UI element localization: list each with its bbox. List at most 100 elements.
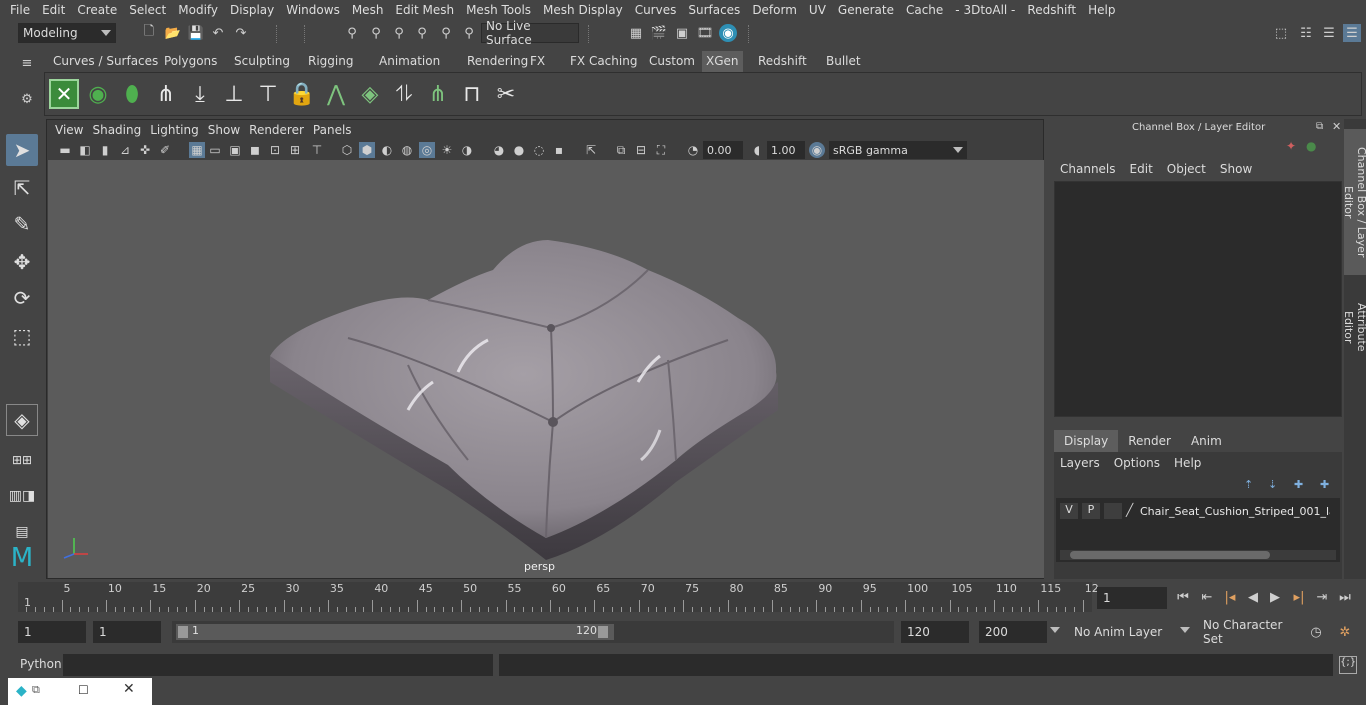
paint-select-tool-icon[interactable]: ✎: [6, 208, 38, 240]
shelf-tab[interactable]: Bullet: [822, 51, 865, 72]
layer-tab[interactable]: Display: [1054, 430, 1119, 452]
menu-item[interactable]: Create: [71, 0, 123, 20]
menu-item[interactable]: Mesh Display: [537, 0, 629, 20]
xray-icon[interactable]: ◕: [491, 142, 507, 158]
step-back-key-icon[interactable]: ⇤: [1198, 588, 1216, 606]
go-to-start-icon[interactable]: ⏮: [1174, 588, 1192, 606]
hypershade-icon[interactable]: ◉: [719, 24, 737, 42]
smooth-shade-icon[interactable]: ⬢: [359, 142, 375, 158]
snap-point-icon[interactable]: ⚲: [460, 24, 478, 42]
play-backward-icon[interactable]: ◀: [1244, 588, 1262, 606]
layer-scrollbar-thumb[interactable]: [1070, 551, 1270, 559]
new-layer-icon[interactable]: ✚: [1294, 478, 1303, 491]
attribute-editor-toggle-icon[interactable]: ☷: [1297, 24, 1315, 42]
character-set-dropdown[interactable]: No Character Set: [1197, 618, 1303, 646]
start-frame-field[interactable]: 1: [18, 621, 86, 643]
grid-toggle-icon[interactable]: ▦: [189, 142, 205, 158]
layer-menu-item[interactable]: Layers: [1060, 456, 1100, 470]
maximize-icon[interactable]: ☐: [78, 683, 89, 697]
wireframe-icon[interactable]: ⬡: [339, 142, 355, 158]
wireframe-on-shaded-icon[interactable]: ◐: [379, 142, 395, 158]
step-back-frame-icon[interactable]: |◂: [1221, 588, 1239, 606]
lighting-icon[interactable]: ◎: [419, 142, 435, 158]
move-tool-icon[interactable]: ✥: [6, 246, 38, 278]
select-by-object-icon[interactable]: ⚲: [367, 24, 385, 42]
tool-settings-toggle-icon[interactable]: ☰: [1320, 24, 1338, 42]
time-slider[interactable]: 5 10 15 20 25 30 35 40 45 50 55 60 65 70 75 80 85 90 95 100…: [18, 582, 1099, 612]
command-input[interactable]: [63, 654, 493, 676]
gamma-icon[interactable]: ◖: [749, 142, 765, 158]
modeling-toolkit-icon[interactable]: ⬚: [1272, 24, 1290, 42]
xgen-preview-icon[interactable]: ◉: [83, 79, 113, 109]
menu-item[interactable]: Generate: [832, 0, 900, 20]
select-tool-icon[interactable]: ➤: [6, 134, 38, 166]
move-layer-up-icon[interactable]: ⇡: [1244, 478, 1253, 491]
textured-icon[interactable]: ◍: [399, 142, 415, 158]
script-editor-icon[interactable]: {;}: [1339, 656, 1357, 674]
bookmark-icon[interactable]: ▮: [97, 142, 113, 158]
grease-pencil-icon[interactable]: ✐: [157, 142, 173, 158]
menu-item[interactable]: Redshift: [1021, 0, 1082, 20]
channel-box-menu-item[interactable]: Object: [1167, 162, 1206, 176]
script-language-label[interactable]: Python: [20, 657, 62, 671]
2d-pan-zoom-icon[interactable]: ✜: [137, 142, 153, 158]
range-end-field[interactable]: 120: [901, 621, 969, 643]
single-view-icon[interactable]: ◈: [6, 404, 38, 436]
save-scene-icon[interactable]: 💾: [187, 24, 205, 42]
render-view-icon[interactable]: ▦: [627, 24, 645, 42]
gate-mask-icon[interactable]: ◼: [247, 142, 263, 158]
viewport-menu-item[interactable]: View: [53, 123, 90, 137]
menu-item[interactable]: Deform: [746, 0, 803, 20]
shelf-settings-icon[interactable]: ⚙: [18, 90, 36, 108]
place-guides-icon[interactable]: ⤓: [185, 79, 215, 109]
resolution-gate-icon[interactable]: ▣: [227, 142, 243, 158]
menu-item[interactable]: Modify: [172, 0, 224, 20]
lasso-tool-icon[interactable]: ⇱: [6, 172, 38, 204]
channel-box-menu-item[interactable]: Channels: [1060, 162, 1116, 176]
shelf-tab[interactable]: Curves / Surfaces: [49, 51, 162, 72]
minimized-window[interactable]: ◆ ⧉ ☐ ✕: [8, 678, 152, 705]
shelf-tab[interactable]: Sculpting: [230, 51, 294, 72]
guide-to-curves-icon[interactable]: ⥮: [389, 79, 419, 109]
snap-grid-icon[interactable]: ⚲: [413, 24, 431, 42]
shelf-tab[interactable]: Polygons: [160, 51, 221, 72]
image-plane-icon[interactable]: ⊿: [117, 142, 133, 158]
menu-item[interactable]: Edit Mesh: [389, 0, 460, 20]
menu-item[interactable]: Help: [1082, 0, 1121, 20]
shadows-icon[interactable]: ☀: [439, 142, 455, 158]
chair-seat-cushion[interactable]: [270, 240, 778, 560]
shelf-tab[interactable]: Redshift: [754, 51, 811, 72]
xray-joints-icon[interactable]: ●: [511, 142, 527, 158]
layer-type-toggle[interactable]: [1104, 503, 1122, 519]
colorspace-dropdown[interactable]: sRGB gamma: [829, 141, 967, 159]
close-window-icon[interactable]: ✕: [123, 681, 135, 697]
channel-box-menu-item[interactable]: Show: [1220, 162, 1252, 176]
current-frame-field[interactable]: 1: [1097, 587, 1167, 609]
hud-icon[interactable]: ⊟: [633, 142, 649, 158]
new-scene-icon[interactable]: 🗋: [140, 24, 158, 42]
viewport-canvas[interactable]: persp: [48, 160, 1044, 578]
snap-curve-icon[interactable]: ⚲: [437, 24, 455, 42]
render-frame-icon[interactable]: 🎬: [650, 24, 668, 42]
menu-item[interactable]: Display: [224, 0, 280, 20]
shelf-tab[interactable]: Animation: [375, 51, 444, 72]
live-surface-field[interactable]: No Live Surface: [481, 19, 579, 47]
channel-box-menu-item[interactable]: Edit: [1130, 162, 1153, 176]
mode-dropdown[interactable]: Modeling: [18, 23, 116, 43]
animation-prefs-icon[interactable]: ✲: [1336, 623, 1354, 641]
isolate-select-icon[interactable]: ◌: [531, 142, 547, 158]
menu-item[interactable]: Mesh: [346, 0, 390, 20]
shelf-tab[interactable]: XGen: [702, 51, 743, 72]
delete-guides-icon[interactable]: ✂: [491, 79, 521, 109]
chevron-down-icon[interactable]: [1050, 627, 1060, 633]
select-by-component-icon[interactable]: ⚲: [390, 24, 408, 42]
xgen-editor-icon[interactable]: ✕: [49, 79, 79, 109]
motion-blur-icon[interactable]: ▪: [551, 142, 567, 158]
chevron-down-icon[interactable]: [1180, 627, 1190, 633]
range-handle-start[interactable]: [178, 626, 188, 638]
viewport-menu-item[interactable]: Panels: [311, 123, 359, 137]
range-slider-bar[interactable]: [176, 624, 614, 640]
layer-tab[interactable]: Anim: [1181, 430, 1232, 452]
layer-color-icon[interactable]: ╱: [1126, 503, 1140, 519]
play-forward-icon[interactable]: ▶: [1266, 588, 1284, 606]
